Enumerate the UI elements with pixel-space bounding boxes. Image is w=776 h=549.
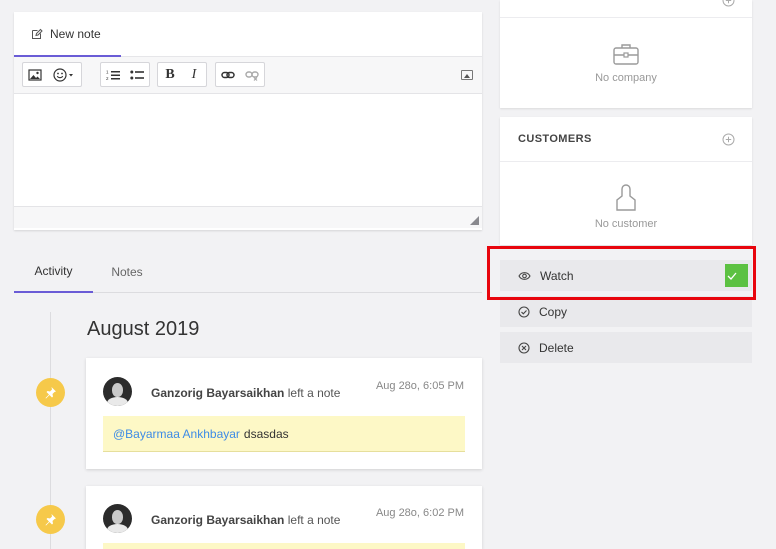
user-icon — [616, 184, 636, 211]
collapse-toolbar-icon[interactable] — [461, 70, 473, 80]
company-empty-state: No company — [500, 18, 752, 84]
add-customer-icon[interactable] — [722, 133, 735, 146]
bulleted-list-icon — [130, 70, 144, 79]
timeline-month-heading: August 2019 — [87, 318, 200, 340]
note-editor: New note 1 2 B I — [14, 12, 482, 230]
watch-label: Watch — [540, 268, 574, 283]
note-content: @Bayarmaa Ankhbayar dsasdas — [103, 416, 465, 452]
eye-icon — [518, 271, 531, 280]
briefcase-icon — [613, 44, 639, 65]
emoji-button[interactable] — [47, 63, 81, 86]
pushpin-icon — [45, 387, 56, 399]
avatar[interactable] — [103, 504, 132, 533]
smiley-icon — [53, 67, 73, 82]
customers-title: CUSTOMERS — [518, 133, 592, 145]
link-button[interactable] — [216, 63, 240, 86]
note-header: Ganzorig Bayarsaikhan left a note — [151, 513, 340, 527]
company-panel-header — [500, 0, 752, 18]
checkmark-icon — [727, 272, 737, 280]
bulleted-list-button[interactable] — [125, 63, 149, 86]
no-customer-label: No customer — [594, 218, 658, 230]
svg-text:2: 2 — [106, 76, 109, 81]
italic-button[interactable]: I — [182, 63, 206, 86]
editor-toolbar: 1 2 B I — [14, 57, 482, 94]
delete-button[interactable]: Delete — [500, 332, 752, 363]
watch-button[interactable]: Watch — [500, 260, 752, 291]
numbered-list-icon: 1 2 — [106, 69, 120, 81]
note-action: left a note — [287, 513, 341, 527]
svg-text:1: 1 — [106, 69, 109, 74]
note-text: dsasdas — [243, 426, 289, 441]
note-author[interactable]: Ganzorig Bayarsaikhan — [151, 513, 284, 527]
timeline-pin — [36, 378, 65, 407]
avatar[interactable] — [103, 377, 132, 406]
note-timestamp: Aug 28o, 6:02 PM — [375, 507, 464, 519]
note-author[interactable]: Ganzorig Bayarsaikhan — [151, 386, 284, 400]
tab-activity[interactable]: Activity — [14, 250, 93, 293]
x-circle-icon — [518, 341, 530, 354]
editor-tabs: New note — [14, 12, 482, 57]
bold-button[interactable]: B — [158, 63, 182, 86]
image-icon — [28, 68, 42, 81]
toolbar-group-format: B I — [157, 62, 207, 87]
note-card: Ganzorig Bayarsaikhan left a note Aug 28… — [86, 486, 482, 549]
check-circle-icon — [518, 305, 530, 318]
unlink-icon — [245, 70, 259, 81]
link-icon — [221, 71, 235, 78]
note-content — [103, 543, 465, 549]
numbered-list-button[interactable]: 1 2 — [101, 63, 125, 86]
tab-notes[interactable]: Notes — [93, 250, 161, 293]
no-company-label: No company — [595, 72, 657, 84]
customers-panel-header: CUSTOMERS — [500, 117, 752, 162]
activity-tabs: Activity Notes — [14, 250, 482, 293]
tab-new-note-label: New note — [50, 26, 101, 41]
add-company-icon[interactable] — [722, 0, 735, 7]
toolbar-group-links — [215, 62, 265, 87]
user-mention-link[interactable]: @Bayarmaa Ankhbayar — [113, 427, 240, 441]
copy-button[interactable]: Copy — [500, 296, 752, 327]
tab-new-note[interactable]: New note — [14, 12, 121, 57]
watch-checkbox[interactable] — [725, 264, 748, 287]
editor-footer — [14, 206, 482, 228]
note-timestamp: Aug 28o, 6:05 PM — [375, 380, 464, 392]
note-text-area[interactable] — [14, 94, 482, 206]
customers-panel: CUSTOMERS No customer — [500, 117, 752, 245]
edit-icon — [32, 28, 43, 39]
toolbar-group-insert — [22, 62, 82, 87]
delete-label: Delete — [539, 340, 574, 355]
timeline-pin — [36, 505, 65, 534]
company-panel: No company — [500, 0, 752, 108]
customer-empty-state: No customer — [500, 162, 752, 230]
toolbar-group-lists: 1 2 — [100, 62, 150, 87]
copy-label: Copy — [539, 304, 568, 319]
note-card: Ganzorig Bayarsaikhan left a note Aug 28… — [86, 358, 482, 469]
note-header: Ganzorig Bayarsaikhan left a note — [151, 386, 340, 400]
note-action: left a note — [287, 386, 341, 400]
resize-handle-icon[interactable] — [470, 216, 479, 225]
pushpin-icon — [45, 514, 56, 526]
unlink-button[interactable] — [240, 63, 264, 86]
image-button[interactable] — [23, 63, 47, 86]
